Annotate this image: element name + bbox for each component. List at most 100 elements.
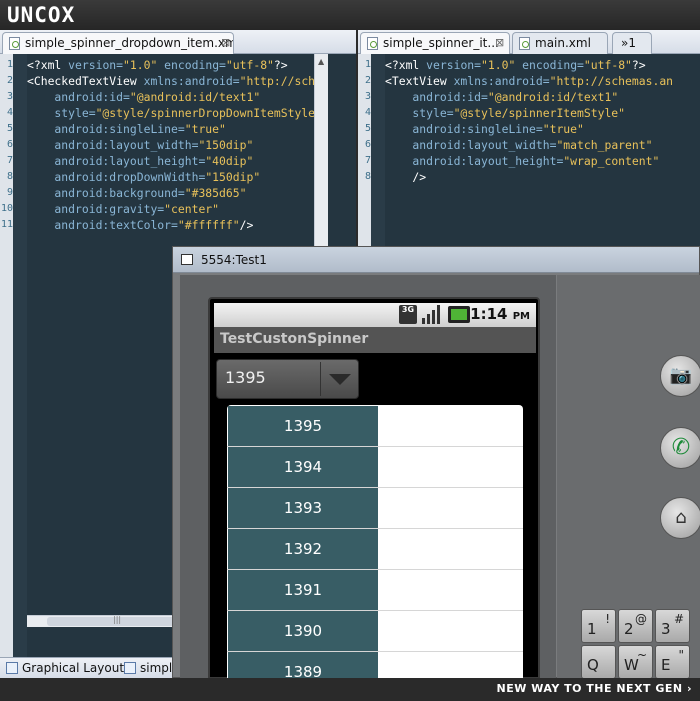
code-line[interactable]: android:textColor="#ffffff"/> xyxy=(27,217,315,233)
dropdown-item[interactable]: 1390 xyxy=(228,611,378,651)
code-token: xmlns:android= xyxy=(143,74,240,88)
tab-xml-source[interactable]: simpl xyxy=(120,659,172,678)
code-token: "150dip" xyxy=(198,138,254,152)
line-number-gutter: 1 2 3 4 5 6 7 8 9 10 11 xyxy=(0,54,13,658)
code-token: android:background= xyxy=(27,186,185,200)
code-token: "http://schemas.an xyxy=(549,74,674,88)
keyboard-key[interactable]: E " xyxy=(655,645,690,679)
emulator-titlebar[interactable]: 5554:Test1 xyxy=(173,247,699,273)
key-alt-label: @ xyxy=(635,612,647,626)
status-time-value: 1:14 xyxy=(470,305,508,323)
left-editor-tabbar: simple_spinner_dropdown_item.xml ⊠ xyxy=(0,30,356,54)
code-line[interactable]: android:layout_height="wrap_content" xyxy=(385,153,673,169)
keyboard-key[interactable]: 1! xyxy=(581,609,616,643)
code-token: android:textColor= xyxy=(27,218,178,232)
chevron-down-icon[interactable] xyxy=(329,374,351,385)
code-token: encoding= xyxy=(515,58,584,72)
line-number: 5 xyxy=(6,123,13,134)
battery-icon xyxy=(448,306,470,323)
code-line[interactable]: style="@style/spinnerDropDownItemStyle xyxy=(27,105,315,121)
xml-file-icon xyxy=(367,37,378,50)
tab-simple-spinner-item[interactable]: simple_spinner_it... ⊠ xyxy=(360,32,510,54)
spinner[interactable]: 1395 xyxy=(216,359,359,399)
spinner-dropdown[interactable]: 1395 1394 1393 1392 1391 1390 1389 xyxy=(227,405,523,687)
line-number: 7 xyxy=(364,155,371,166)
code-line[interactable]: android:dropDownWidth="150dip" xyxy=(27,169,315,185)
code-line[interactable]: <?xml version="1.0" encoding="utf-8"?> xyxy=(385,57,673,73)
code-token: encoding= xyxy=(157,58,226,72)
right-code-editor[interactable]: simple_spinner_it... ⊠ main.xml »1 1 2 3 4 5… xyxy=(358,30,700,250)
code-token: version= xyxy=(68,58,124,72)
scroll-grip-icon: ||| xyxy=(113,615,122,624)
home-button[interactable]: ⌂ xyxy=(660,497,700,539)
scroll-up-icon[interactable]: ▲ xyxy=(318,57,324,66)
keyboard-key[interactable]: W ~ xyxy=(618,645,653,679)
code-token: "@android:id/text1" xyxy=(487,90,619,104)
camera-button[interactable]: 📷 xyxy=(660,355,700,397)
phone-screen[interactable]: 3G 1:14 PM TestCustonSpinner 1395 1395 1… xyxy=(208,297,540,687)
dropdown-item[interactable]: 1392 xyxy=(228,529,378,569)
marker-column xyxy=(371,54,385,250)
line-number: 10 xyxy=(0,203,13,214)
code-line[interactable]: android:gravity="center" xyxy=(27,201,315,217)
code-line[interactable]: <TextView xmlns:android="http://schemas.… xyxy=(385,73,673,89)
code-line[interactable]: android:background="#385d65" xyxy=(27,185,315,201)
code-token: <?xml xyxy=(385,58,427,72)
code-token: "@style/spinnerDropDownItemStyle xyxy=(95,106,316,120)
tab-main-xml[interactable]: main.xml xyxy=(512,32,608,54)
code-token: android:id= xyxy=(385,90,488,104)
close-icon[interactable]: ⊠ xyxy=(495,36,504,49)
tab-graphical-layout[interactable]: Graphical Layout xyxy=(2,659,124,678)
keyboard-key[interactable]: Q xyxy=(581,645,616,679)
code-line[interactable]: android:id="@android:id/text1" xyxy=(27,89,315,105)
keyboard-key[interactable]: 3 # xyxy=(655,609,690,643)
tab-overflow[interactable]: »1 xyxy=(612,32,652,54)
key-alt-label: " xyxy=(678,648,684,662)
code-line[interactable]: android:singleLine="true" xyxy=(385,121,673,137)
code-token: "#ffffff" xyxy=(177,218,240,232)
code-text[interactable]: <?xml version="1.0" encoding="utf-8"?> <T… xyxy=(385,57,673,185)
code-token: "true" xyxy=(184,122,226,136)
dropdown-item[interactable]: 1394 xyxy=(228,447,378,487)
dropdown-item[interactable]: 1393 xyxy=(228,488,378,528)
app-title: TestCustonSpinner xyxy=(214,327,536,353)
code-text[interactable]: <?xml version="1.0" encoding="utf-8"?> <C… xyxy=(27,57,315,233)
call-button[interactable]: ✆ xyxy=(660,427,700,469)
code-line[interactable]: <CheckedTextView xmlns:android="http://s… xyxy=(27,73,315,89)
line-number: 4 xyxy=(364,107,371,118)
status-bar: 3G 1:14 PM xyxy=(214,303,536,327)
code-token: <CheckedTextView xyxy=(27,74,144,88)
editor-bottom-tabs: Graphical Layout simpl xyxy=(0,657,178,678)
code-line[interactable]: android:layout_width="match_parent" xyxy=(385,137,673,153)
code-line[interactable]: android:layout_width="150dip" xyxy=(27,137,315,153)
line-number: 8 xyxy=(364,171,371,182)
dropdown-item[interactable]: 1391 xyxy=(228,570,378,610)
status-time-ampm: PM xyxy=(512,311,530,322)
line-number: 5 xyxy=(364,123,371,134)
code-token: xmlns:android= xyxy=(453,74,550,88)
key-label: Q xyxy=(587,656,599,674)
tab-simple-spinner-dropdown-item[interactable]: simple_spinner_dropdown_item.xml ⊠ xyxy=(2,32,234,54)
line-number: 4 xyxy=(6,107,13,118)
key-alt-label: ! xyxy=(605,612,610,626)
code-line[interactable]: android:id="@android:id/text1" xyxy=(385,89,673,105)
code-line[interactable]: <?xml version="1.0" encoding="utf-8"?> xyxy=(27,57,315,73)
code-token: "utf-8" xyxy=(583,58,632,72)
line-number: 8 xyxy=(6,171,13,182)
code-line[interactable]: android:layout_height="40dip" xyxy=(27,153,315,169)
keyboard-key[interactable]: 2 @ xyxy=(618,609,653,643)
code-line[interactable]: android:singleLine="true" xyxy=(27,121,315,137)
line-number: 7 xyxy=(6,155,13,166)
code-token: ?> xyxy=(273,58,288,72)
code-token: android:gravity= xyxy=(27,202,165,216)
code-line[interactable]: /> xyxy=(385,169,673,185)
code-line[interactable]: style="@style/spinnerItemStyle" xyxy=(385,105,673,121)
key-label: 3 xyxy=(661,620,671,638)
line-number: 1 xyxy=(364,59,371,70)
close-icon[interactable]: ⊠ xyxy=(221,36,230,49)
key-alt-label: ~ xyxy=(636,648,647,662)
code-token: <TextView xyxy=(385,74,454,88)
dropdown-item[interactable]: 1395 xyxy=(228,406,378,446)
brand-bar: UNCOX xyxy=(0,0,700,30)
emulator-window[interactable]: 5554:Test1 3G 1:14 PM TestCustonSpinner xyxy=(172,246,700,687)
